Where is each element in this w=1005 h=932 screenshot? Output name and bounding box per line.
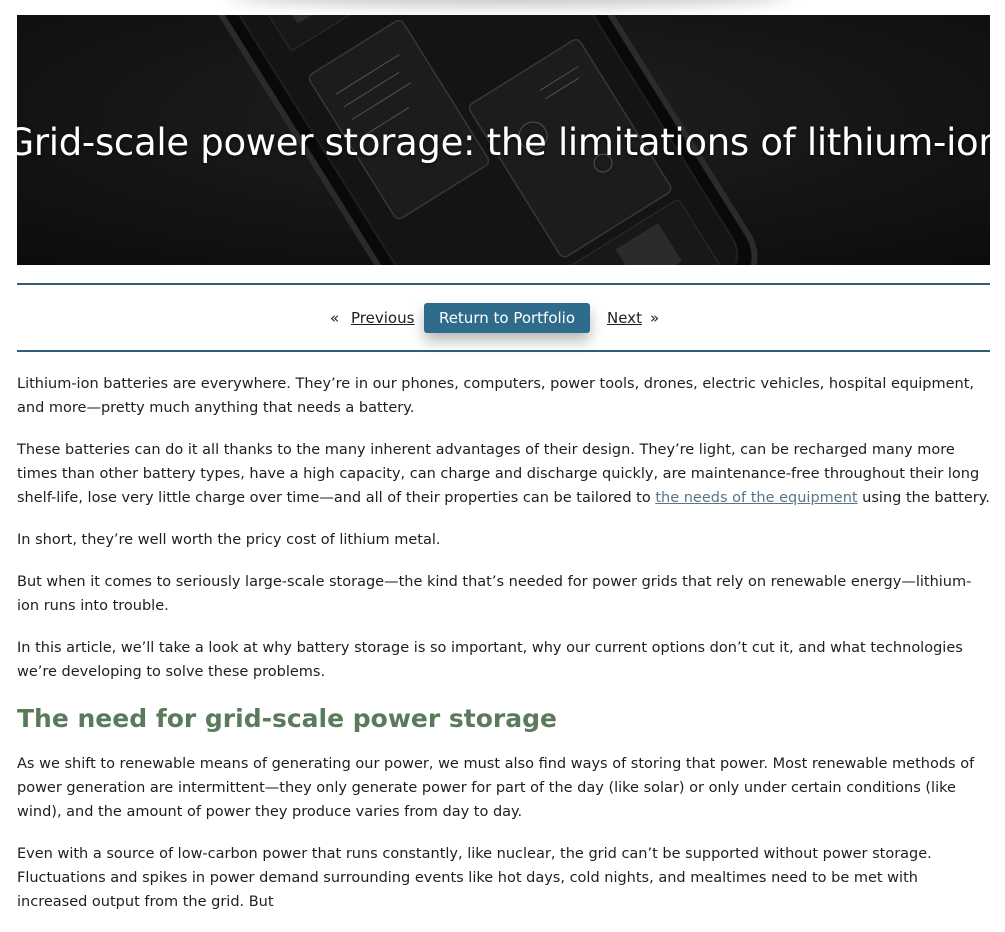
previous-link[interactable]: Previous bbox=[351, 303, 414, 333]
next-link[interactable]: Next bbox=[607, 303, 642, 333]
page-title: Grid-scale power storage: the limitation… bbox=[17, 120, 990, 164]
article-body: Lithium-ion batteries are everywhere. Th… bbox=[17, 372, 992, 932]
next-arrow-icon: » bbox=[650, 309, 660, 327]
paragraph: Even with a source of low-carbon power t… bbox=[17, 846, 932, 910]
divider-top bbox=[17, 283, 990, 285]
paragraph: In this article, we’ll take a look at wh… bbox=[17, 640, 963, 680]
return-to-portfolio-button[interactable]: Return to Portfolio bbox=[424, 303, 590, 333]
paragraph-text: using the battery. bbox=[857, 490, 990, 506]
section-heading: The need for grid-scale power storage bbox=[17, 704, 557, 733]
needs-of-equipment-link[interactable]: the needs of the equipment bbox=[655, 490, 857, 506]
previous-arrow-icon: « bbox=[330, 309, 340, 327]
paragraph: These batteries can do it all thanks to … bbox=[17, 438, 992, 510]
hero-banner: Grid-scale power storage: the limitation… bbox=[17, 15, 990, 265]
paragraph: In short, they’re well worth the pricy c… bbox=[17, 532, 441, 548]
paragraph: Lithium-ion batteries are everywhere. Th… bbox=[17, 376, 975, 416]
paragraph: As we shift to renewable means of genera… bbox=[17, 756, 975, 820]
divider-bottom bbox=[17, 350, 990, 352]
paragraph: But when it comes to seriously large-sca… bbox=[17, 574, 972, 614]
